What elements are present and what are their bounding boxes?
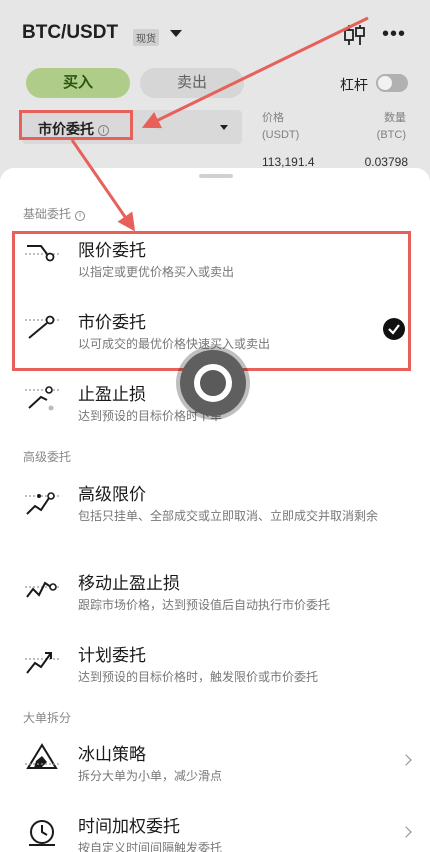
trigger-order-icon bbox=[25, 652, 59, 674]
section-basic-orders: 基础委托 i bbox=[23, 205, 86, 222]
option-iceberg[interactable]: 冰山策略 拆分大单为小单，减少滑点 bbox=[0, 740, 430, 790]
trailing-stop-icon bbox=[25, 581, 59, 598]
option-description: 拆分大单为小单，减少滑点 bbox=[78, 769, 223, 783]
take-profit-stop-loss-icon bbox=[25, 386, 59, 411]
advanced-limit-icon bbox=[25, 492, 59, 515]
option-description: 按自定义时间间隔触发委托 bbox=[78, 841, 223, 852]
option-title: 移动止盈止损 bbox=[78, 574, 180, 593]
option-title: 计划委托 bbox=[78, 646, 146, 665]
chevron-right-icon bbox=[400, 754, 412, 766]
sheet-grabber[interactable] bbox=[199, 174, 233, 178]
option-description: 包括只挂单、全部成交或立即取消、立即成交并取消剩余 bbox=[78, 509, 379, 523]
section-advanced-orders: 高级委托 bbox=[23, 450, 72, 464]
annotation-highlight-order-type bbox=[19, 110, 133, 140]
option-twap[interactable]: 时间加权委托 按自定义时间间隔触发委托 bbox=[0, 812, 430, 852]
twap-clock-icon bbox=[29, 820, 55, 846]
section-split-orders: 大单拆分 bbox=[23, 711, 72, 725]
option-trigger-order[interactable]: 计划委托 达到预设的目标价格时，触发限价或市价委托 bbox=[0, 641, 430, 691]
option-title: 冰山策略 bbox=[78, 745, 146, 764]
option-title: 时间加权委托 bbox=[78, 817, 180, 836]
option-title: 高级限价 bbox=[78, 485, 146, 504]
option-description: 达到预设的目标价格时下单 bbox=[78, 409, 223, 423]
option-trailing-stop[interactable]: 移动止盈止损 跟踪市场价格，达到预设值后自动执行市价委托 bbox=[0, 569, 430, 619]
iceberg-icon bbox=[25, 743, 59, 769]
option-title: 止盈止损 bbox=[78, 385, 146, 404]
option-description: 跟踪市场价格，达到预设值后自动执行市价委托 bbox=[78, 598, 331, 612]
info-icon[interactable]: i bbox=[75, 211, 86, 221]
touch-indicator-icon bbox=[180, 350, 246, 416]
chevron-right-icon bbox=[400, 826, 412, 838]
option-advanced-limit[interactable]: 高级限价 包括只挂单、全部成交或立即取消、立即成交并取消剩余 bbox=[0, 480, 430, 550]
option-description: 达到预设的目标价格时，触发限价或市价委托 bbox=[78, 670, 319, 684]
